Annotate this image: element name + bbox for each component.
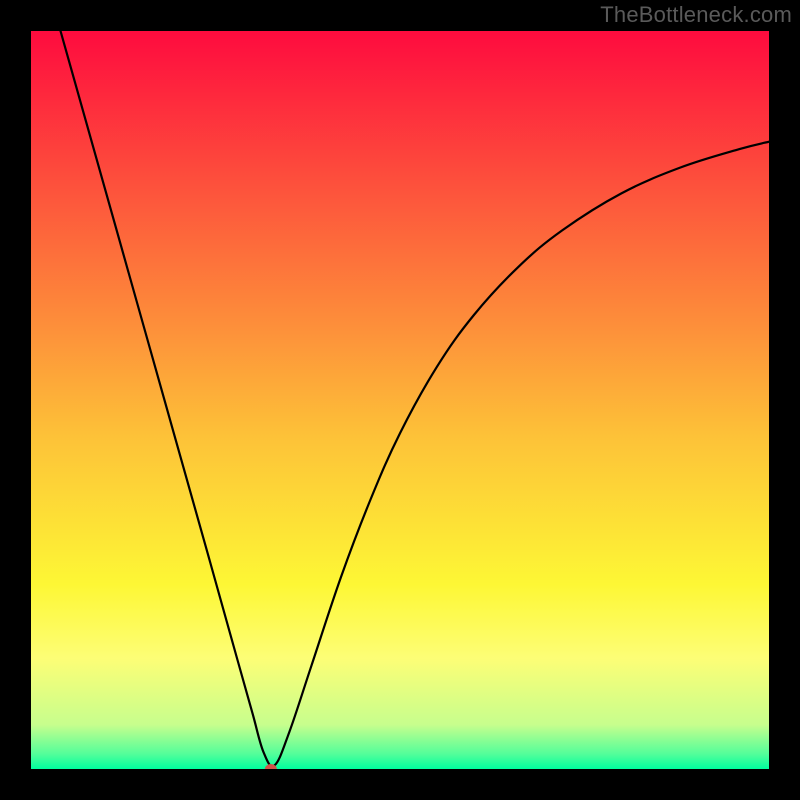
watermark-text: TheBottleneck.com [600, 2, 792, 28]
plot-background [31, 31, 769, 769]
chart-container: TheBottleneck.com [0, 0, 800, 800]
bottleneck-chart [0, 0, 800, 800]
